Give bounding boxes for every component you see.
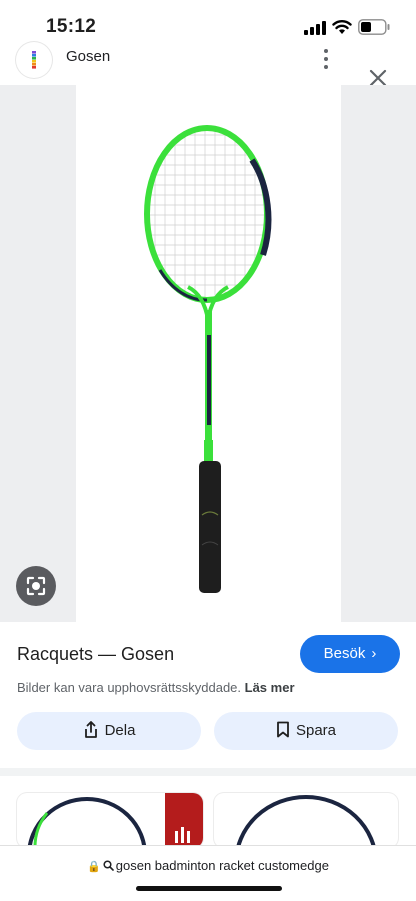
related-image-1-red-panel [165,793,203,848]
result-title[interactable]: Racquets — Gosen [17,644,174,665]
site-header: Gosen [0,40,416,84]
visit-button[interactable]: Besök › [300,635,400,673]
copyright-text: Bilder kan vara upphovsrättsskyddade. [17,680,242,695]
save-button[interactable]: Spara [214,712,398,750]
bookmark-icon [277,721,289,738]
visit-label: Besök [323,645,366,662]
image-preview[interactable] [0,85,416,622]
racket-image [144,125,272,593]
signal-icon [304,21,326,35]
address-bar[interactable]: 🔒 gosen badminton racket customedge [0,845,416,901]
chevron-right-icon: › [371,645,377,662]
share-button[interactable]: Dela [17,712,201,750]
share-label: Dela [104,722,136,739]
share-icon [84,720,97,738]
related-image-2[interactable] [214,793,398,848]
lens-icon [26,576,46,596]
search-icon [103,860,114,871]
battery-icon [358,19,390,35]
status-time: 15:12 [46,16,97,37]
more-vert-icon[interactable] [316,48,336,70]
related-image-1[interactable] [17,793,203,848]
gosen-favicon [16,42,52,78]
home-indicator[interactable] [136,886,282,891]
url-field[interactable]: 🔒 gosen badminton racket customedge [0,858,416,873]
learn-more-link[interactable]: Läs mer [245,680,295,695]
lens-button[interactable] [16,566,56,606]
site-name[interactable]: Gosen [66,48,110,65]
copyright-notice: Bilder kan vara upphovsrättsskyddade. Lä… [17,680,295,695]
wifi-icon [332,20,352,34]
lock-icon: 🔒 [87,861,101,873]
url-text: gosen badminton racket customedge [115,858,329,873]
section-divider [0,768,416,776]
save-label: Spara [295,722,337,739]
